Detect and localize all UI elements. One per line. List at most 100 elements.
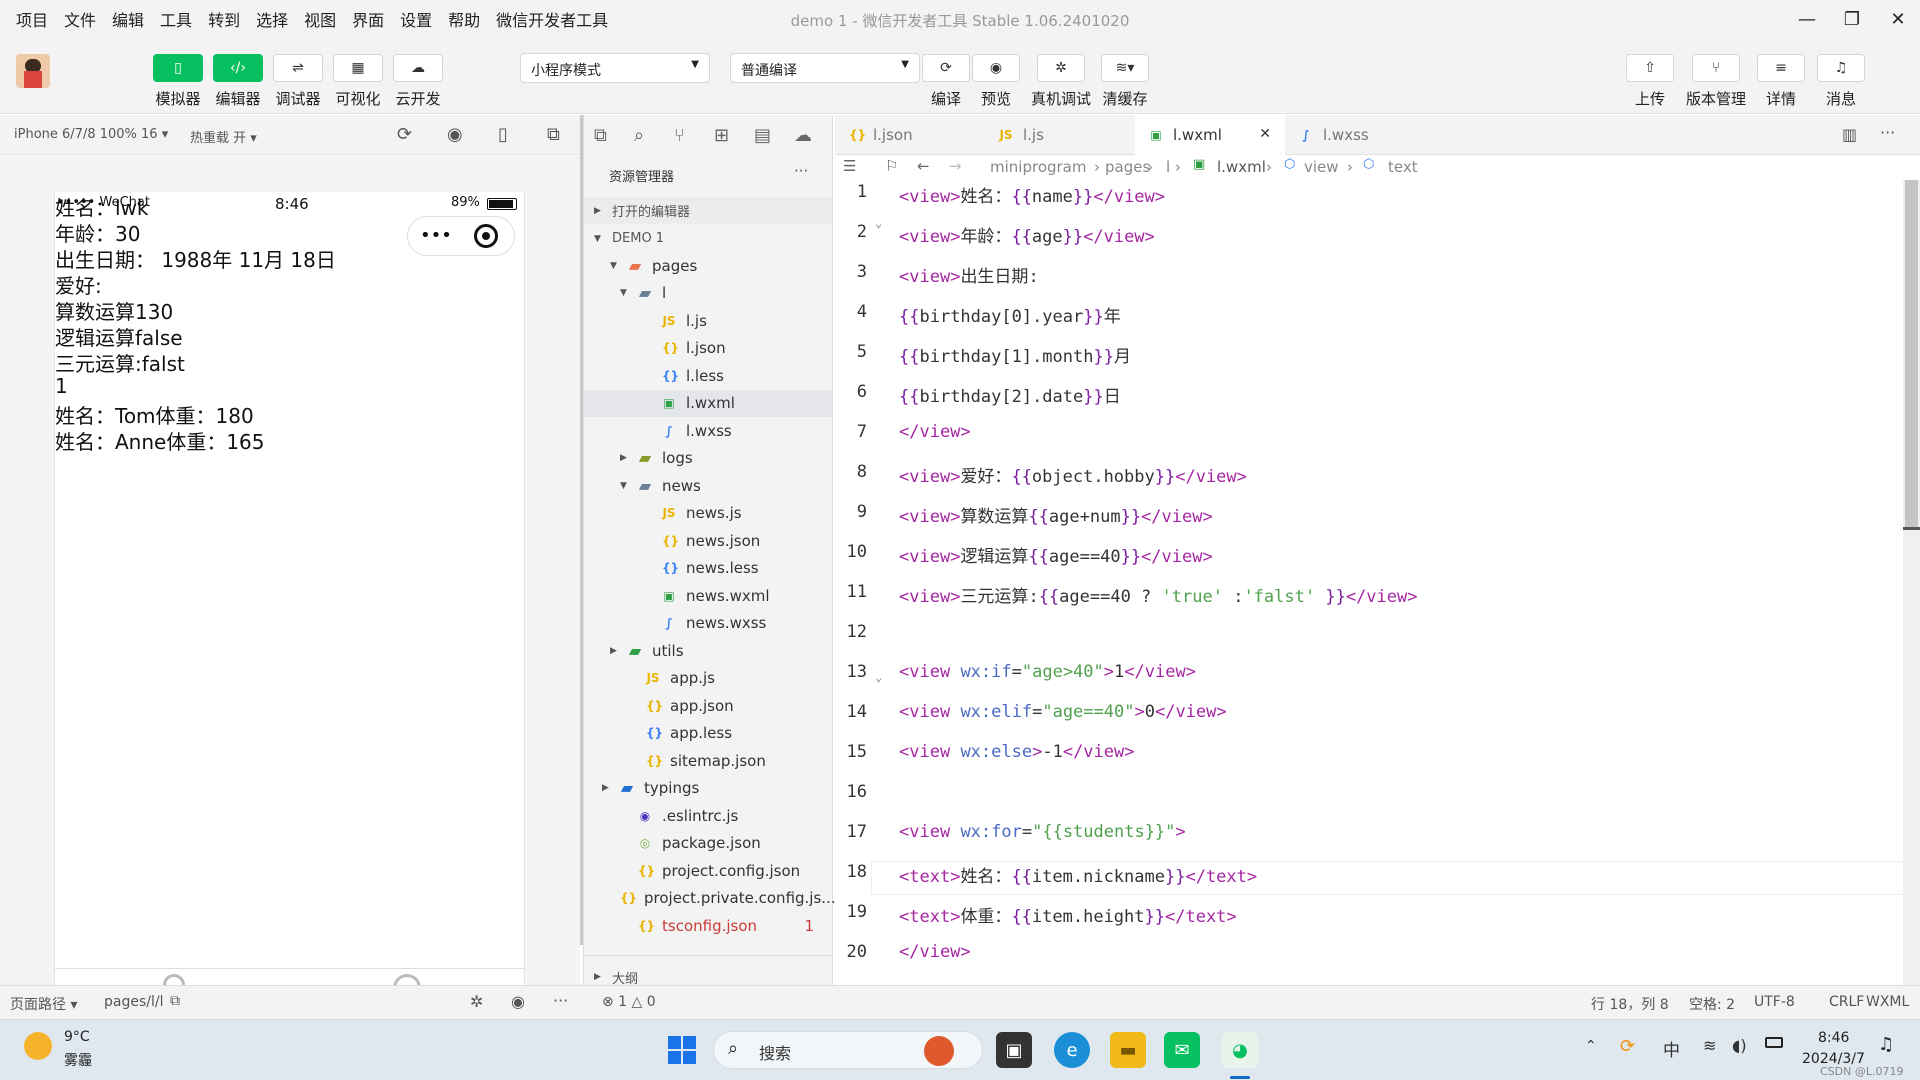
code-line[interactable]: <view>出生日期: [899,262,1039,287]
menu-settings[interactable]: 设置 [392,7,440,31]
bookmark-icon[interactable]: ⚐ [885,157,898,175]
visual-toggle-button[interactable]: ▦ [333,54,383,82]
devtools-icon[interactable]: ◕ [1222,1032,1258,1068]
code-line[interactable]: <view>逻辑运算{{age==40}}</view> [899,542,1213,567]
back-arrow-icon[interactable]: ← [917,157,930,175]
breadcrumb-item[interactable]: l [1166,158,1170,176]
scrollbar[interactable] [1903,180,1920,985]
source-control-icon[interactable]: ⑂ [674,125,685,146]
menu-help[interactable]: 帮助 [440,7,488,31]
more-icon[interactable]: ··· [1880,123,1895,142]
tree-item[interactable]: ▶ ▰ logs [584,445,832,472]
clock-time[interactable]: 8:46 [1818,1030,1849,1046]
menu-edit[interactable]: 编辑 [104,7,152,31]
compile-button[interactable]: ⟳ [922,54,970,82]
tree-item[interactable]: {} app.json [584,692,832,719]
tree-item[interactable]: JS news.js [584,500,832,527]
close-tab-icon[interactable]: ✕ [1259,126,1271,142]
rotate-icon[interactable]: ⟳ [397,124,412,145]
more-icon[interactable]: ••• [420,225,452,246]
real-device-debug-button[interactable]: ✲ [1037,54,1085,82]
code-line[interactable]: </view> [899,942,971,962]
editor-toggle-button[interactable]: ‹/› [213,54,263,82]
fold-chevron-icon[interactable]: ⌄ [875,216,882,230]
weather-icon[interactable] [24,1032,52,1060]
code-line[interactable]: <view>算数运算{{age+num}}</view> [899,502,1213,527]
chevron-up-icon[interactable]: ⌃ [1585,1038,1597,1054]
tree-item[interactable]: ▼ ▰ pages [584,252,832,279]
code-line[interactable]: <text>体重：{{item.height}}</text> [899,902,1237,927]
cloud-icon[interactable]: ☁ [794,125,812,146]
page-path-select[interactable]: 页面路径 ▾ [10,994,77,1014]
debugger-toggle-button[interactable]: ⇌ [273,54,323,82]
tree-item[interactable]: ∫ l.wxss [584,417,832,444]
menu-wechat-devtools[interactable]: 微信开发者工具 [488,7,616,31]
edge-icon[interactable]: e [1054,1032,1090,1068]
cursor-position[interactable]: 行 18，列 8 [1591,994,1669,1014]
more-icon[interactable]: ··· [794,162,808,180]
code-line[interactable]: <text>姓名：{{item.nickname}}</text> [899,862,1257,887]
code-line[interactable]: {{birthday[0].year}}年 [899,302,1121,327]
tree-item[interactable]: {} project.private.config.js... [584,885,836,912]
menu-interface[interactable]: 界面 [344,7,392,31]
breadcrumb-item[interactable]: miniprogram [990,158,1086,176]
code-line[interactable]: <view wx:if="age>40">1</view> [899,662,1196,682]
files-icon[interactable]: ⧉ [594,125,607,146]
tab-l-wxml[interactable]: ▣ l.wxml ✕ [1135,115,1285,155]
ime-indicator[interactable]: 中 [1663,1036,1680,1061]
pages-icon[interactable]: ▤ [754,125,771,146]
stop-icon[interactable]: ◉ [447,124,463,145]
wechat-icon[interactable]: ✉ [1164,1032,1200,1068]
tree-item[interactable]: ◎ package.json [584,830,832,857]
copy-icon[interactable]: ⧉ [170,993,180,1009]
page-path-value[interactable]: pages/l/l [104,994,163,1010]
messages-button[interactable]: ♫ [1817,54,1865,82]
menu-project[interactable]: 项目 [0,7,56,31]
tab-l-js[interactable]: JS l.js [985,115,1135,155]
tree-item[interactable]: ◉ .eslintrc.js [584,802,832,829]
device-select[interactable]: iPhone 6/7/8 100% 16 ▾ [14,127,168,142]
menu-tools[interactable]: 工具 [152,7,200,31]
indentation[interactable]: 空格: 2 [1689,994,1735,1014]
eye-icon[interactable]: ◉ [511,992,525,1011]
notification-bell-icon[interactable]: ♫ [1878,1034,1894,1055]
bug-icon[interactable]: ✲ [470,992,483,1011]
maximize-button[interactable]: ❐ [1838,6,1866,32]
code-line[interactable]: </view> [899,422,971,442]
mode-select[interactable]: 小程序模式 ▼ [520,53,710,83]
tree-item[interactable]: ▣ l.wxml [584,389,832,417]
detach-window-icon[interactable]: ⧉ [547,124,560,145]
breadcrumb-item[interactable]: view [1304,158,1339,176]
open-editors-section[interactable]: ▶ 打开的编辑器 [584,197,832,224]
code-line[interactable]: {{birthday[1].month}}月 [899,342,1131,367]
phone-frame-icon[interactable]: ▯ [498,124,508,145]
code-line[interactable]: <view>年龄：{{age}}</view> [899,222,1155,247]
tree-item[interactable]: JS app.js [584,665,832,692]
tree-item[interactable]: {} l.less [584,362,832,389]
tree-item[interactable]: {} app.less [584,720,832,747]
close-capsule-icon[interactable] [474,224,498,248]
code-line[interactable]: <view wx:else>-1</view> [899,742,1135,762]
volume-icon[interactable]: ◖) [1732,1036,1747,1055]
project-section[interactable]: ▼ DEMO 1 [584,225,832,252]
tree-item[interactable]: {} sitemap.json [584,747,832,774]
code-line[interactable]: <view wx:elif="age==40">0</view> [899,702,1227,722]
menu-goto[interactable]: 转到 [200,7,248,31]
tree-item[interactable]: ▶ ▰ utils [584,637,832,664]
tree-item[interactable]: JS l.js [584,307,832,334]
breadcrumb-item[interactable]: pages [1105,158,1150,176]
tree-item[interactable]: ▣ news.wxml [584,582,832,609]
windows-start-icon[interactable] [664,1032,700,1068]
code-line[interactable]: <view wx:for="{{students}}"> [899,822,1186,842]
tree-item[interactable]: {} news.json [584,527,832,554]
tab-l-wxss[interactable]: ∫ l.wxss [1285,115,1435,155]
sync-icon[interactable]: ⟳ [1620,1036,1635,1057]
problems-indicator[interactable]: ⊗ 1 △ 0 [602,994,656,1010]
menu-select[interactable]: 选择 [248,7,296,31]
cloud-dev-button[interactable]: ☁ [393,54,443,82]
battery-icon[interactable] [1765,1037,1783,1048]
upload-button[interactable]: ⇧ [1626,54,1674,82]
list-icon[interactable]: ☰ [843,157,856,175]
search-icon[interactable]: ⌕ [634,125,644,146]
tree-item[interactable]: {} l.json [584,335,832,362]
